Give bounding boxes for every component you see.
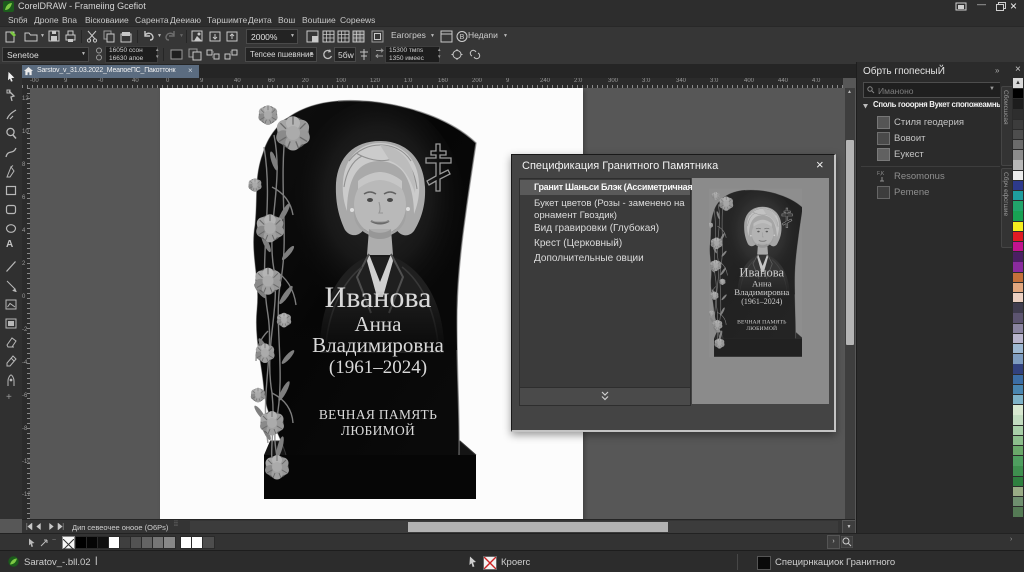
svg-text:B: B	[460, 34, 465, 41]
svg-text:F,K: F,K	[877, 171, 885, 177]
svg-text:(1961–2024): (1961–2024)	[329, 357, 427, 378]
svg-text:ВЕЧНАЯ ПАМЯТЬ: ВЕЧНАЯ ПАМЯТЬ	[319, 407, 437, 422]
svg-text:ЛЮБИМОЙ: ЛЮБИМОЙ	[341, 423, 415, 438]
svg-text:Иванова: Иванова	[325, 281, 432, 314]
svg-text:Владимировна: Владимировна	[312, 333, 444, 357]
